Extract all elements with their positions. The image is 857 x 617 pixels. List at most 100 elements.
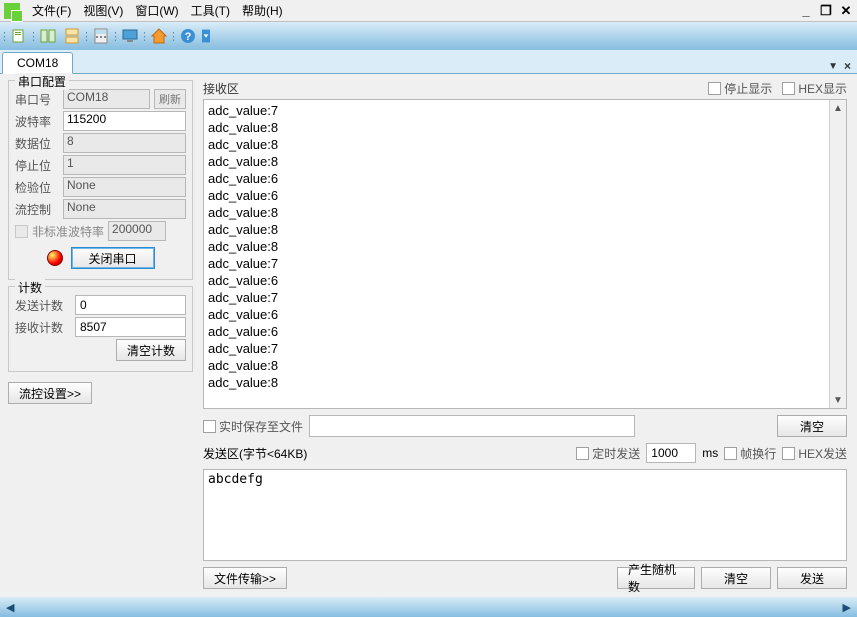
tx-clear-button[interactable]: 清空 xyxy=(701,567,771,589)
port-refresh-button[interactable]: 刷新 xyxy=(154,89,186,109)
port-select[interactable]: COM18 xyxy=(63,89,150,109)
stopbits-label: 停止位 xyxy=(15,157,59,174)
stopbits-select[interactable]: 1 xyxy=(63,155,186,175)
nonstd-value[interactable]: 200000 xyxy=(108,221,166,241)
scroll-up-icon[interactable]: ▲ xyxy=(830,100,846,116)
databits-label: 数据位 xyxy=(15,135,59,152)
parity-select[interactable]: None xyxy=(63,177,186,197)
rx-line: adc_value:8 xyxy=(208,221,842,238)
toolbar-tile-h-icon[interactable] xyxy=(37,25,59,47)
hex-send-checkbox[interactable] xyxy=(782,447,795,460)
timed-send-label: 定时发送 xyxy=(592,445,640,462)
menu-window[interactable]: 窗口(W) xyxy=(129,0,184,21)
send-count-label: 发送计数 xyxy=(15,297,71,314)
databits-select[interactable]: 8 xyxy=(63,133,186,153)
count-legend: 计数 xyxy=(15,279,45,296)
stop-display-checkbox-row[interactable]: 停止显示 xyxy=(708,80,772,97)
hex-display-label: HEX显示 xyxy=(798,80,847,97)
tab-close-icon[interactable]: × xyxy=(844,59,851,73)
content-area: 串口配置 串口号 COM18 刷新 波特率 115200 数据位 8 停止位 1… xyxy=(0,74,857,597)
toolbar-tile-v-icon[interactable] xyxy=(61,25,83,47)
rx-line: adc_value:8 xyxy=(208,136,842,153)
recv-count-label: 接收计数 xyxy=(15,319,71,336)
svg-text:?: ? xyxy=(185,31,192,43)
clear-count-button[interactable]: 清空计数 xyxy=(116,339,186,361)
tab-com-port[interactable]: COM18 xyxy=(2,52,73,74)
hex-display-checkbox[interactable] xyxy=(782,82,795,95)
tab-dropdown-icon[interactable]: ▼ xyxy=(828,61,838,72)
footer-left-icon[interactable]: ◀ xyxy=(6,601,14,614)
rx-line: adc_value:6 xyxy=(208,272,842,289)
rx-line: adc_value:8 xyxy=(208,374,842,391)
toolbar-monitor-icon[interactable] xyxy=(119,25,141,47)
send-button[interactable]: 发送 xyxy=(777,567,847,589)
rx-textarea[interactable]: adc_value:7adc_value:8adc_value:8adc_val… xyxy=(203,99,847,409)
toolbar-sep3-icon: ⋮ xyxy=(113,25,118,47)
rx-line: adc_value:8 xyxy=(208,119,842,136)
menu-help[interactable]: 帮助(H) xyxy=(236,0,289,21)
window-controls: _ ❐ ✕ xyxy=(799,3,853,19)
toolbar-sep4-icon: ⋮ xyxy=(142,25,147,47)
timed-send-row[interactable]: 定时发送 xyxy=(576,445,640,462)
tx-title: 发送区(字节<64KB) xyxy=(203,445,307,462)
save-file-path-input[interactable] xyxy=(309,415,635,437)
right-panel: 接收区 停止显示 HEX显示 adc_value:7adc_value:8adc… xyxy=(201,74,857,597)
hex-send-row[interactable]: HEX发送 xyxy=(782,445,847,462)
rx-line: adc_value:7 xyxy=(208,340,842,357)
recv-count-input[interactable] xyxy=(75,317,186,337)
menu-view[interactable]: 视图(V) xyxy=(77,0,129,21)
baud-select[interactable]: 115200 xyxy=(63,111,186,131)
file-transfer-button[interactable]: 文件传输>> xyxy=(203,567,287,589)
timed-send-input[interactable] xyxy=(646,443,696,463)
footer-right-icon[interactable]: ▶ xyxy=(843,601,851,614)
parity-label: 检验位 xyxy=(15,179,59,196)
rx-scrollbar[interactable]: ▲ ▼ xyxy=(829,100,846,408)
scroll-down-icon[interactable]: ▼ xyxy=(830,392,846,408)
window-close[interactable]: ✕ xyxy=(839,3,853,19)
timed-send-checkbox[interactable] xyxy=(576,447,589,460)
menu-bar: 文件(F) 视图(V) 窗口(W) 工具(T) 帮助(H) _ ❐ ✕ xyxy=(0,0,857,22)
close-port-button[interactable]: 关闭串口 xyxy=(71,247,155,269)
frame-wrap-label: 帧换行 xyxy=(740,445,776,462)
flow-settings-button[interactable]: 流控设置>> xyxy=(8,382,92,404)
window-minimize[interactable]: _ xyxy=(799,3,813,19)
port-config-group: 串口配置 串口号 COM18 刷新 波特率 115200 数据位 8 停止位 1… xyxy=(8,80,193,280)
tx-button-row: 文件传输>> 产生随机数 清空 发送 xyxy=(203,567,847,589)
random-button[interactable]: 产生随机数 xyxy=(617,567,695,589)
toolbar-doc-icon[interactable] xyxy=(8,25,30,47)
frame-wrap-row[interactable]: 帧换行 xyxy=(724,445,776,462)
nonstd-checkbox[interactable] xyxy=(15,225,28,238)
rx-line: adc_value:8 xyxy=(208,153,842,170)
send-count-input[interactable] xyxy=(75,295,186,315)
flow-select[interactable]: None xyxy=(63,199,186,219)
app-icon xyxy=(4,3,20,19)
save-file-checkbox[interactable] xyxy=(203,420,216,433)
rx-clear-button[interactable]: 清空 xyxy=(777,415,847,437)
window-restore[interactable]: ❐ xyxy=(819,3,833,19)
rx-line: adc_value:8 xyxy=(208,357,842,374)
toolbar-sep2-icon: ⋮ xyxy=(84,25,89,47)
save-file-row: 实时保存至文件 清空 xyxy=(203,415,847,437)
toolbar-overflow-icon[interactable] xyxy=(201,25,211,47)
frame-wrap-checkbox[interactable] xyxy=(724,447,737,460)
hex-display-checkbox-row[interactable]: HEX显示 xyxy=(782,80,847,97)
rx-line: adc_value:6 xyxy=(208,323,842,340)
save-file-checkbox-row[interactable]: 实时保存至文件 xyxy=(203,418,303,435)
toolbar-sep5-icon: ⋮ xyxy=(171,25,176,47)
tx-header-row: 发送区(字节<64KB) 定时发送 ms 帧换行 HEX发送 xyxy=(203,443,847,463)
status-bar: ◀ ▶ xyxy=(0,597,857,617)
flow-label: 流控制 xyxy=(15,201,59,218)
toolbar-calc-icon[interactable] xyxy=(90,25,112,47)
menu-tools[interactable]: 工具(T) xyxy=(185,0,236,21)
tx-textarea[interactable]: abcdefg xyxy=(203,469,847,561)
rx-line: adc_value:8 xyxy=(208,204,842,221)
rx-line: adc_value:7 xyxy=(208,102,842,119)
toolbar-grip-icon: ⋮ xyxy=(2,25,7,47)
stop-display-checkbox[interactable] xyxy=(708,82,721,95)
tab-bar: COM18 ▼ × xyxy=(0,50,857,74)
toolbar-help-icon[interactable]: ? xyxy=(177,25,199,47)
menu-file[interactable]: 文件(F) xyxy=(26,0,77,21)
rx-header: 接收区 停止显示 HEX显示 xyxy=(203,80,847,97)
save-file-label: 实时保存至文件 xyxy=(219,418,303,435)
toolbar-home-icon[interactable] xyxy=(148,25,170,47)
